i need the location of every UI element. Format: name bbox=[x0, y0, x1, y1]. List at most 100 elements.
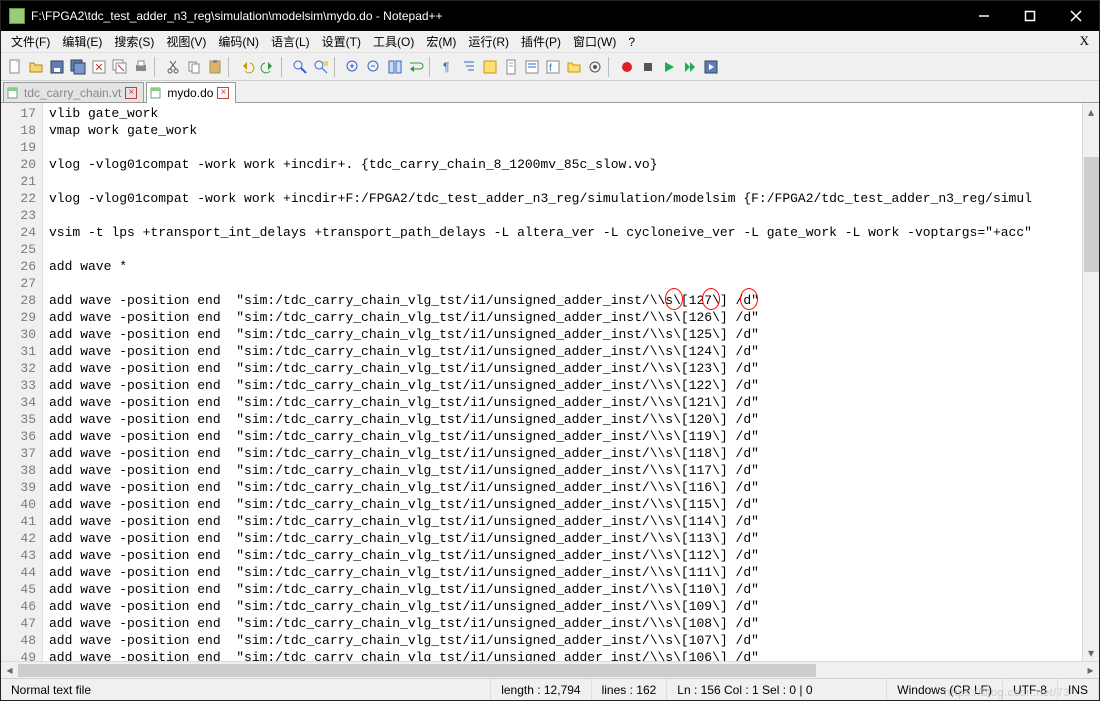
menu-4[interactable]: 编码(N) bbox=[212, 31, 265, 52]
titlebar[interactable]: F:\FPGA2\tdc_test_adder_n3_reg\simulatio… bbox=[1, 1, 1099, 31]
scroll-left-icon[interactable]: ◂ bbox=[1, 662, 18, 679]
code-line[interactable]: add wave -position end "sim:/tdc_carry_c… bbox=[49, 632, 1082, 649]
code-line[interactable]: add wave -position end "sim:/tdc_carry_c… bbox=[49, 360, 1082, 377]
scroll-up-icon[interactable]: ▴ bbox=[1083, 103, 1099, 120]
play-macro-icon[interactable] bbox=[659, 57, 679, 77]
zoom-in-icon[interactable] bbox=[343, 57, 363, 77]
menu-3[interactable]: 视图(V) bbox=[160, 31, 212, 52]
paste-icon[interactable] bbox=[205, 57, 225, 77]
code-line[interactable]: add wave -position end "sim:/tdc_carry_c… bbox=[49, 428, 1082, 445]
tab-close-icon[interactable]: × bbox=[125, 87, 137, 99]
menu-2[interactable]: 搜索(S) bbox=[108, 31, 160, 52]
save-macro-icon[interactable] bbox=[701, 57, 721, 77]
cut-icon[interactable] bbox=[163, 57, 183, 77]
code-line[interactable]: vmap work gate_work bbox=[49, 122, 1082, 139]
close-button[interactable] bbox=[1053, 1, 1099, 31]
doc-list-icon[interactable] bbox=[522, 57, 542, 77]
code-line[interactable]: add wave -position end "sim:/tdc_carry_c… bbox=[49, 513, 1082, 530]
hscroll-thumb[interactable] bbox=[18, 664, 816, 677]
undo-icon[interactable] bbox=[237, 57, 257, 77]
menu-6[interactable]: 设置(T) bbox=[316, 31, 367, 52]
doc-map-icon[interactable] bbox=[501, 57, 521, 77]
open-file-icon[interactable] bbox=[26, 57, 46, 77]
code-line[interactable]: add wave -position end "sim:/tdc_carry_c… bbox=[49, 411, 1082, 428]
stop-macro-icon[interactable] bbox=[638, 57, 658, 77]
scroll-right-icon[interactable]: ▸ bbox=[1082, 662, 1099, 679]
code-line[interactable]: add wave -position end "sim:/tdc_carry_c… bbox=[49, 496, 1082, 513]
code-area[interactable]: vlib gate_workvmap work gate_workvlog -v… bbox=[43, 103, 1082, 661]
code-line[interactable]: add wave -position end "sim:/tdc_carry_c… bbox=[49, 309, 1082, 326]
menu-12[interactable]: ? bbox=[622, 33, 641, 51]
menu-0[interactable]: 文件(F) bbox=[5, 31, 56, 52]
code-line[interactable] bbox=[49, 241, 1082, 258]
code-line[interactable]: add wave -position end "sim:/tdc_carry_c… bbox=[49, 547, 1082, 564]
code-line[interactable]: add wave -position end "sim:/tdc_carry_c… bbox=[49, 462, 1082, 479]
copy-icon[interactable] bbox=[184, 57, 204, 77]
close-all-icon[interactable] bbox=[110, 57, 130, 77]
code-line[interactable]: add wave -position end "sim:/tdc_carry_c… bbox=[49, 564, 1082, 581]
print-icon[interactable] bbox=[131, 57, 151, 77]
new-file-icon[interactable] bbox=[5, 57, 25, 77]
close-file-icon[interactable] bbox=[89, 57, 109, 77]
close-icon[interactable]: X bbox=[1080, 33, 1089, 49]
menu-5[interactable]: 语言(L) bbox=[265, 31, 316, 52]
monitor-icon[interactable] bbox=[585, 57, 605, 77]
vscroll-thumb[interactable] bbox=[1084, 157, 1099, 272]
code-line[interactable]: vsim -t lps +transport_int_delays +trans… bbox=[49, 224, 1082, 241]
record-macro-icon[interactable] bbox=[617, 57, 637, 77]
indent-guide-icon[interactable] bbox=[459, 57, 479, 77]
code-line[interactable]: add wave -position end "sim:/tdc_carry_c… bbox=[49, 479, 1082, 496]
play-multiple-icon[interactable] bbox=[680, 57, 700, 77]
folder-view-icon[interactable] bbox=[564, 57, 584, 77]
menu-9[interactable]: 运行(R) bbox=[462, 31, 515, 52]
status-eol[interactable]: Windows (CR LF) bbox=[887, 679, 1003, 700]
editor-viewport[interactable]: 1718192021222324252627282930313233343536… bbox=[1, 103, 1082, 661]
tab-mydo-do[interactable]: mydo.do× bbox=[146, 82, 236, 102]
user-lang-icon[interactable] bbox=[480, 57, 500, 77]
save-icon[interactable] bbox=[47, 57, 67, 77]
scroll-down-icon[interactable]: ▾ bbox=[1083, 644, 1099, 661]
code-line[interactable]: add wave -position end "sim:/tdc_carry_c… bbox=[49, 445, 1082, 462]
status-ins[interactable]: INS bbox=[1058, 679, 1099, 700]
horizontal-scrollbar[interactable]: ◂ ▸ bbox=[1, 661, 1099, 678]
find-icon[interactable] bbox=[290, 57, 310, 77]
wrap-icon[interactable] bbox=[406, 57, 426, 77]
save-all-icon[interactable] bbox=[68, 57, 88, 77]
code-line[interactable]: add wave -position end "sim:/tdc_carry_c… bbox=[49, 598, 1082, 615]
show-all-chars-icon[interactable]: ¶ bbox=[438, 57, 458, 77]
menu-8[interactable]: 宏(M) bbox=[420, 31, 462, 52]
code-line[interactable]: add wave -position end "sim:/tdc_carry_c… bbox=[49, 530, 1082, 547]
code-line[interactable]: add wave * bbox=[49, 258, 1082, 275]
sync-scroll-icon[interactable] bbox=[385, 57, 405, 77]
minimize-button[interactable] bbox=[961, 1, 1007, 31]
vertical-scrollbar[interactable]: ▴ ▾ bbox=[1082, 103, 1099, 661]
code-line[interactable] bbox=[49, 173, 1082, 190]
status-encoding[interactable]: UTF-8 bbox=[1003, 679, 1058, 700]
code-line[interactable]: add wave -position end "sim:/tdc_carry_c… bbox=[49, 649, 1082, 661]
line-number: 24 bbox=[1, 224, 36, 241]
code-line[interactable]: add wave -position end "sim:/tdc_carry_c… bbox=[49, 615, 1082, 632]
tab-tdc_carry_chain-vt[interactable]: tdc_carry_chain.vt× bbox=[3, 82, 144, 102]
replace-icon[interactable] bbox=[311, 57, 331, 77]
code-line[interactable] bbox=[49, 275, 1082, 292]
redo-icon[interactable] bbox=[258, 57, 278, 77]
code-line[interactable] bbox=[49, 139, 1082, 156]
function-list-icon[interactable]: f bbox=[543, 57, 563, 77]
menu-11[interactable]: 窗口(W) bbox=[567, 31, 622, 52]
menu-10[interactable]: 插件(P) bbox=[515, 31, 567, 52]
code-line[interactable] bbox=[49, 207, 1082, 224]
code-line[interactable]: add wave -position end "sim:/tdc_carry_c… bbox=[49, 326, 1082, 343]
menu-7[interactable]: 工具(O) bbox=[367, 31, 420, 52]
code-line[interactable]: add wave -position end "sim:/tdc_carry_c… bbox=[49, 292, 1082, 309]
code-line[interactable]: add wave -position end "sim:/tdc_carry_c… bbox=[49, 377, 1082, 394]
code-line[interactable]: add wave -position end "sim:/tdc_carry_c… bbox=[49, 394, 1082, 411]
code-line[interactable]: vlog -vlog01compat -work work +incdir+F:… bbox=[49, 190, 1082, 207]
zoom-out-icon[interactable] bbox=[364, 57, 384, 77]
tab-close-icon[interactable]: × bbox=[217, 87, 229, 99]
code-line[interactable]: add wave -position end "sim:/tdc_carry_c… bbox=[49, 581, 1082, 598]
code-line[interactable]: vlib gate_work bbox=[49, 105, 1082, 122]
code-line[interactable]: add wave -position end "sim:/tdc_carry_c… bbox=[49, 343, 1082, 360]
maximize-button[interactable] bbox=[1007, 1, 1053, 31]
code-line[interactable]: vlog -vlog01compat -work work +incdir+. … bbox=[49, 156, 1082, 173]
menu-1[interactable]: 编辑(E) bbox=[56, 31, 108, 52]
